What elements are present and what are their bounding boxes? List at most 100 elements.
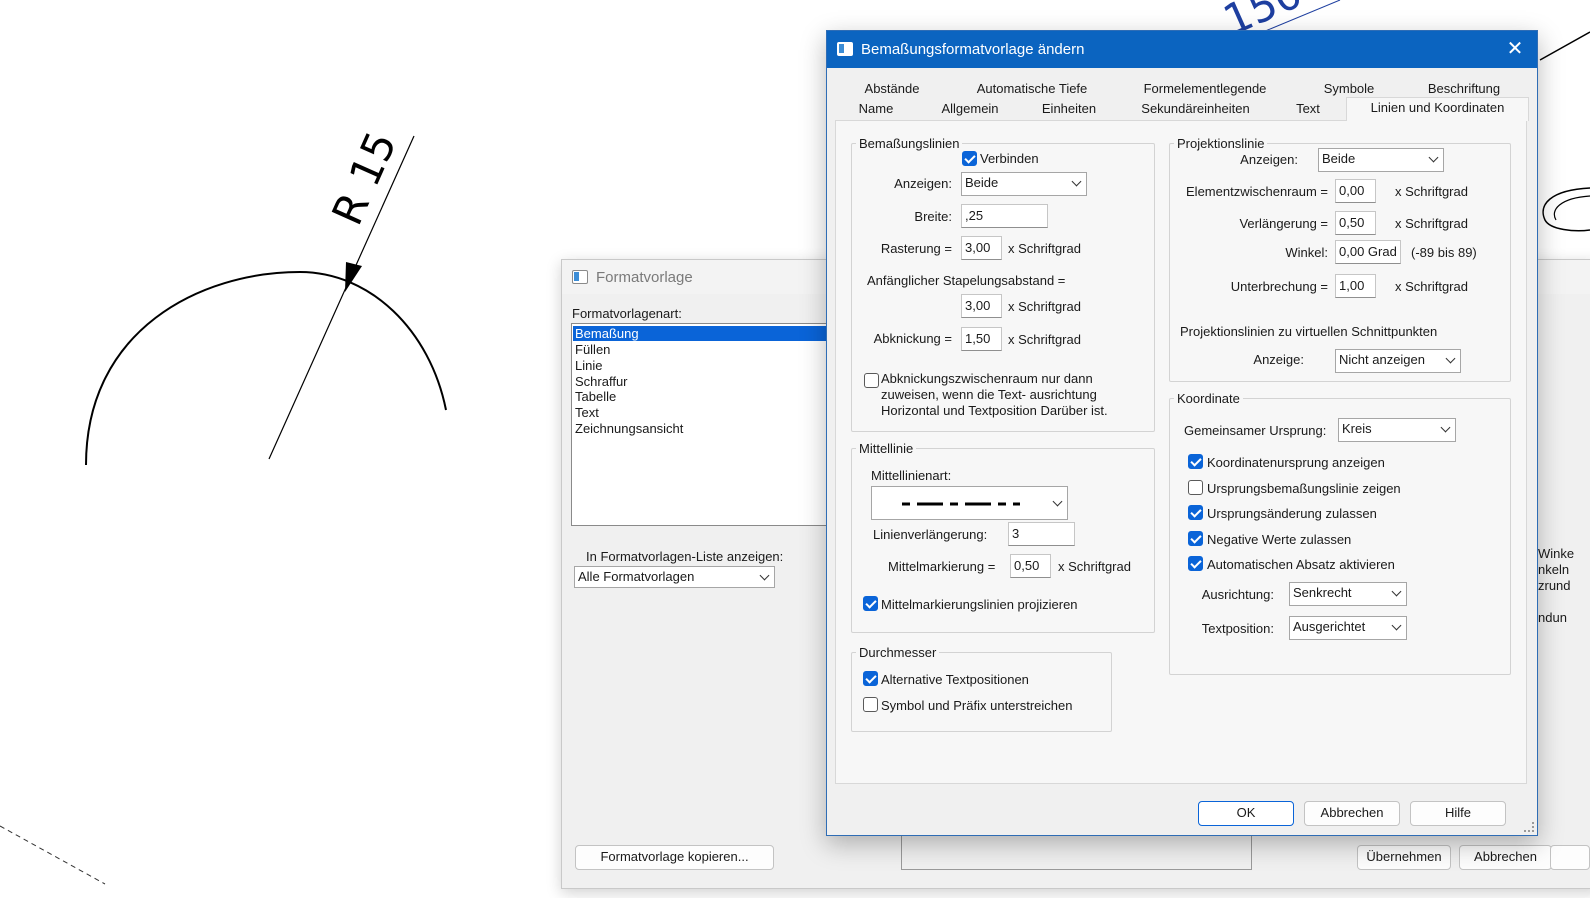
list-item[interactable]: Schraffur (575, 374, 628, 389)
tab-text[interactable]: Text (1278, 99, 1338, 119)
ursprung-dropdown[interactable]: Kreis (1338, 418, 1456, 442)
koordinatenursprung-checkbox[interactable] (1188, 454, 1203, 469)
unit-label: x Schriftgrad (1008, 241, 1081, 256)
durchmesser-group: Durchmesser (851, 645, 1112, 732)
chevron-down-icon (1071, 176, 1082, 187)
list-show-dropdown[interactable]: Alle Formatvorlagen (574, 566, 775, 588)
list-item[interactable]: Zeichnungsansicht (575, 421, 683, 436)
list-item[interactable]: Tabelle (575, 389, 616, 404)
projizieren-label: Mittelmarkierungslinien projizieren (881, 597, 1078, 612)
list-item[interactable]: Füllen (575, 342, 610, 357)
koordinatenursprung-label: Koordinatenursprung anzeigen (1207, 455, 1385, 470)
tab-allgemein[interactable]: Allgemein (920, 99, 1020, 119)
tab-panel: Bemaßungslinien Verbinden Anzeigen: Beid… (835, 120, 1527, 784)
virtual-label: Projektionslinien zu virtuellen Schnittp… (1180, 324, 1438, 339)
list-item[interactable]: Text (575, 405, 599, 420)
anzeigen-dropdown[interactable]: Beide (961, 172, 1087, 196)
stapel-field[interactable]: 3,00 (961, 294, 1002, 318)
abknickung-checkbox[interactable] (864, 373, 879, 388)
mittelmarkierung-field[interactable]: 0,50 (1010, 554, 1051, 578)
ursprungsbemassungslinie-label: Ursprungsbemaßungslinie zeigen (1207, 481, 1401, 496)
list-item[interactable]: Bemaßung (573, 326, 841, 341)
ausrichtung-dropdown[interactable]: Senkrecht (1289, 582, 1407, 606)
winkel-field[interactable]: 0,00 Grad (1335, 240, 1401, 264)
symbol-praefix-label: Symbol und Präfix unterstreichen (881, 698, 1073, 713)
linienverlaengerung-label: Linienverlängerung: (873, 527, 988, 542)
tab-abstaende[interactable]: Abstände (837, 79, 947, 99)
automatischer-absatz-checkbox[interactable] (1188, 556, 1203, 571)
projektionslinie-title: Projektionslinie (1174, 136, 1268, 151)
projizieren-checkbox[interactable] (863, 596, 878, 611)
tab-name[interactable]: Name (837, 99, 915, 119)
textposition-value: Ausgerichtet (1293, 619, 1366, 634)
unit-label: x Schriftgrad (1395, 279, 1468, 294)
chevron-down-icon (1445, 353, 1456, 364)
koordinate-title: Koordinate (1174, 391, 1243, 406)
linetype-preview-icon (902, 502, 1020, 506)
fv-cancel-button[interactable]: Abbrechen (1459, 845, 1552, 870)
durchmesser-title: Durchmesser (856, 645, 940, 660)
verbinden-label: Verbinden (980, 151, 1039, 166)
proj-anzeige-value: Nicht anzeigen (1339, 352, 1425, 367)
ellipse-fragment-inner (1553, 195, 1590, 221)
unterbrechung-field[interactable]: 1,00 (1335, 274, 1376, 298)
verlaengerung-field[interactable]: 0,50 (1335, 211, 1376, 235)
automatischer-absatz-label: Automatischen Absatz aktivieren (1207, 557, 1395, 572)
dialog-title: Bemaßungsformatvorlage ändern (861, 41, 1085, 58)
tab-beschriftung[interactable]: Beschriftung (1404, 79, 1524, 99)
unit-label: x Schriftgrad (1008, 299, 1081, 314)
rasterung-label: Rasterung = (880, 241, 952, 256)
tab-automatische-tiefe[interactable]: Automatische Tiefe (953, 79, 1111, 99)
partial-text: Winke (1538, 546, 1575, 561)
verbinden-checkbox[interactable] (962, 151, 977, 166)
ursprung-label: Gemeinsamer Ursprung: (1184, 423, 1327, 438)
alternative-textpositionen-checkbox[interactable] (863, 671, 878, 686)
mittellinie-title: Mittellinie (856, 441, 917, 456)
verlaengerung-label: Verlängerung = (1239, 216, 1328, 231)
rasterung-field[interactable]: 3,00 (961, 236, 1002, 260)
fv-extra-button[interactable] (1550, 845, 1590, 870)
ok-button[interactable]: OK (1198, 801, 1294, 826)
cancel-button[interactable]: Abbrechen (1304, 801, 1400, 826)
list-item[interactable]: Linie (575, 358, 602, 373)
alternative-textpositionen-label: Alternative Textpositionen (881, 672, 1029, 687)
breite-field[interactable]: ,25 (961, 204, 1048, 228)
proj-anzeige-dropdown[interactable]: Nicht anzeigen (1335, 349, 1461, 373)
partial-text: nkeln (1538, 562, 1570, 577)
chevron-down-icon (1391, 586, 1402, 597)
apply-button[interactable]: Übernehmen (1357, 845, 1451, 870)
close-icon[interactable]: ✕ (1503, 37, 1527, 61)
textposition-dropdown[interactable]: Ausgerichtet (1289, 616, 1407, 640)
proj-anzeigen-dropdown[interactable]: Beide (1318, 148, 1444, 172)
unterbrechung-label: Unterbrechung = (1230, 279, 1328, 294)
help-button[interactable]: Hilfe (1410, 801, 1506, 826)
tab-sekundaereinheiten[interactable]: Sekundäreinheiten (1118, 99, 1273, 119)
symbol-praefix-checkbox[interactable] (863, 697, 878, 712)
tab-formelementlegende[interactable]: Formelementlegende (1116, 79, 1294, 99)
bemassungsformatvorlage-dialog: Bemaßungsformatvorlage ändern ✕ Abstände… (826, 30, 1538, 836)
tab-symbole[interactable]: Symbole (1299, 79, 1399, 99)
resize-grip-icon[interactable] (1524, 822, 1534, 832)
chevron-down-icon (1428, 152, 1439, 163)
tab-linien-und-koordinaten[interactable]: Linien und Koordinaten (1346, 97, 1529, 121)
ursprungsaenderung-checkbox[interactable] (1188, 505, 1203, 520)
formatvorlage-title: Formatvorlage (596, 269, 693, 286)
formatvorlagenart-list[interactable]: Bemaßung Füllen Linie Schraffur Tabelle … (571, 323, 841, 526)
preview-box-fragment (901, 835, 1252, 870)
bemassungslinien-title: Bemaßungslinien (856, 136, 963, 151)
elementzwischenraum-field[interactable]: 0,00 (1335, 179, 1376, 203)
negative-werte-checkbox[interactable] (1188, 531, 1203, 546)
mittellinienart-dropdown[interactable] (871, 486, 1068, 520)
partial-text: zrund (1538, 578, 1571, 593)
textposition-label: Textposition: (1201, 621, 1274, 636)
partial-text: ndun (1538, 610, 1567, 625)
abknickung-field[interactable]: 1,50 (961, 327, 1002, 351)
abknickung-label: Abknickung = (873, 331, 952, 346)
chevron-down-icon (1440, 422, 1451, 433)
ursprung-value: Kreis (1342, 421, 1372, 436)
linienverlaengerung-field[interactable]: 3 (1008, 522, 1075, 546)
copy-formatvorlage-button[interactable]: Formatvorlage kopieren... (575, 845, 774, 870)
tab-einheiten[interactable]: Einheiten (1025, 99, 1113, 119)
unit-label: x Schriftgrad (1395, 216, 1468, 231)
ursprungsbemassungslinie-checkbox[interactable] (1188, 480, 1203, 495)
